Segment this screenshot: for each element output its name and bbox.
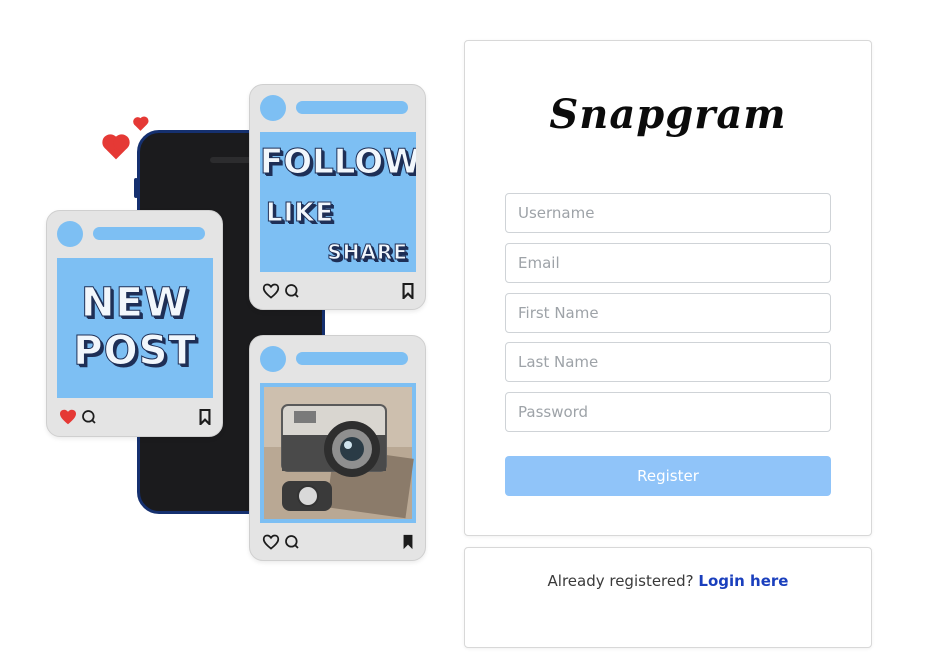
- username-placeholder-bar: [93, 227, 205, 240]
- post-text-line: FOLLOW: [260, 142, 416, 183]
- register-button[interactable]: Register: [505, 456, 831, 496]
- username-placeholder-bar: [296, 101, 408, 114]
- post-actions: [262, 534, 300, 550]
- comment-icon: [285, 284, 299, 298]
- post-text-line: SHARE: [327, 240, 408, 265]
- avatar: [260, 346, 286, 372]
- heart-outline-icon: [262, 534, 280, 550]
- heart-filled-icon: [60, 409, 76, 425]
- login-prompt-row: Already registered? Login here: [465, 572, 871, 590]
- avatar: [57, 221, 83, 247]
- post-card-follow: FOLLOW LIKE SHARE: [249, 84, 426, 310]
- heart-icon: [134, 118, 147, 131]
- camera-image: [264, 387, 414, 519]
- bookmark-icon: [402, 283, 414, 299]
- post-actions: [59, 409, 97, 425]
- app-logo: Snapgram: [549, 91, 787, 138]
- hero-illustration: NEW POST FOLLOW LIKE SHARE: [0, 0, 460, 668]
- post-card-camera: [249, 335, 426, 561]
- avatar: [260, 95, 286, 121]
- heart-icon: [104, 136, 128, 160]
- username-placeholder-bar: [296, 352, 408, 365]
- email-input[interactable]: [505, 243, 831, 283]
- heart-outline-icon: [262, 283, 280, 299]
- post-text-line: NEW: [81, 280, 189, 327]
- post-text-line: LIKE: [265, 198, 335, 229]
- post-text-line: POST: [73, 328, 197, 375]
- comment-icon: [285, 535, 299, 549]
- login-panel: Already registered? Login here: [464, 547, 872, 648]
- comment-icon: [82, 410, 96, 424]
- first-name-input[interactable]: [505, 293, 831, 333]
- post-image: FOLLOW LIKE SHARE: [260, 132, 416, 272]
- post-image: NEW POST: [57, 258, 213, 398]
- login-link[interactable]: Login here: [698, 572, 788, 590]
- password-input[interactable]: [505, 392, 831, 432]
- bookmark-icon: [199, 409, 211, 425]
- last-name-input[interactable]: [505, 342, 831, 382]
- post-card-new-post: NEW POST: [46, 210, 223, 437]
- username-input[interactable]: [505, 193, 831, 233]
- bookmark-filled-icon: [403, 534, 413, 550]
- already-registered-text: Already registered?: [547, 572, 694, 590]
- register-panel: Snapgram Register: [464, 40, 872, 536]
- post-actions: [262, 283, 300, 299]
- camera-photo: [260, 383, 416, 523]
